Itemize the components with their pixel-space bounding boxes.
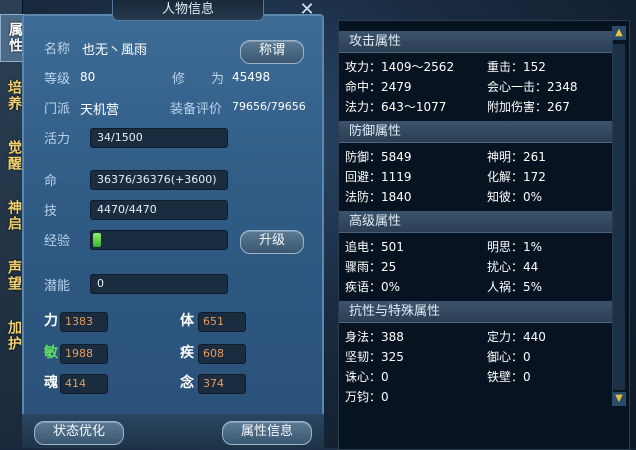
character-name: 也无丶風雨	[82, 43, 148, 58]
attribute-detail-panel: 攻击属性 攻力：1409～2562 重击：152 命中：2479 会心一击：23…	[338, 20, 630, 450]
cultivation-value: 45498	[232, 70, 271, 84]
resist-attr: 御心：0	[487, 350, 531, 364]
scroll-down-icon[interactable]: ▼	[612, 392, 626, 406]
resist-section-title: 抗性与特殊属性	[339, 301, 613, 323]
scroll-up-icon[interactable]: ▲	[612, 26, 626, 40]
resist-attr: 定力：440	[487, 330, 546, 344]
advanced-attr: 扰心：44	[487, 260, 539, 274]
tab-divine[interactable]: 神启	[0, 196, 22, 236]
tab-cultivate[interactable]: 培养	[0, 76, 22, 116]
advanced-attr: 骤雨：25	[345, 260, 397, 274]
mind-label: 念	[180, 375, 194, 391]
attribute-info-button[interactable]: 属性信息	[222, 421, 312, 445]
side-tab-strip: 属性 培养 觉醒 神启 声望 加护	[0, 0, 24, 448]
advanced-attr: 人祸：5%	[487, 280, 543, 294]
agi-value: 1988	[60, 344, 108, 364]
level-value: 80	[80, 70, 96, 84]
cultivation-label: 修 为	[172, 72, 225, 87]
con-value: 651	[198, 312, 246, 332]
tab-awaken[interactable]: 觉醒	[0, 136, 22, 176]
tab-protection[interactable]: 加护	[0, 316, 22, 356]
name-label: 名称	[44, 42, 71, 57]
spd-value: 608	[198, 344, 246, 364]
upgrade-button[interactable]: 升级	[240, 230, 304, 254]
con-label: 体	[180, 313, 194, 329]
resist-attr: 身法：388	[345, 330, 404, 344]
defense-attr: 法防：1840	[345, 190, 412, 204]
skill-field: 4470/4470	[90, 200, 228, 220]
sect-value: 天机营	[80, 103, 120, 118]
attack-section-title: 攻击属性	[339, 31, 613, 53]
soul-value: 414	[60, 374, 108, 394]
mind-value: 374	[198, 374, 246, 394]
panel-title: 人物信息	[112, 0, 264, 21]
exp-label: 经验	[44, 234, 71, 249]
status-optimize-button[interactable]: 状态优化	[34, 421, 124, 445]
resist-attr: 铁壁：0	[487, 370, 531, 384]
close-icon[interactable]: ✕	[296, 0, 318, 20]
attack-attr: 会心一击：2348	[487, 80, 578, 94]
scrollbar-thumb[interactable]	[613, 44, 625, 390]
equip-rating-value: 79656/79656	[232, 100, 306, 113]
spd-label: 疾	[180, 345, 194, 361]
advanced-attr: 疾语：0%	[345, 280, 401, 294]
defense-attr: 知彼：0%	[487, 190, 543, 204]
resist-attr: 坚韧：325	[345, 350, 404, 364]
agi-label: 敏	[44, 345, 58, 361]
potential-label: 潜能	[44, 279, 71, 294]
vitality-label: 活力	[44, 132, 71, 147]
skill-label: 技	[44, 204, 58, 219]
title-button[interactable]: 称谓	[240, 40, 304, 64]
resist-attr: 诛心：0	[345, 370, 389, 384]
exp-bar	[90, 230, 228, 250]
defense-attr: 回避：1119	[345, 170, 412, 184]
attack-attr: 法力：643～1077	[345, 100, 447, 114]
soul-label: 魂	[44, 375, 58, 391]
equip-rating-label: 装备评价	[170, 102, 223, 117]
advanced-attr: 追电：501	[345, 240, 404, 254]
tab-attributes[interactable]: 属性	[0, 14, 24, 62]
attack-attr: 攻力：1409～2562	[345, 60, 455, 74]
attack-attr: 重击：152	[487, 60, 546, 74]
defense-section-title: 防御属性	[339, 121, 613, 143]
attack-attr: 命中：2479	[345, 80, 412, 94]
str-label: 力	[44, 313, 58, 329]
hp-label: 命	[44, 174, 58, 189]
vitality-field: 34/1500	[90, 128, 228, 148]
advanced-attr: 明思：1%	[487, 240, 543, 254]
exp-fill	[93, 233, 101, 247]
defense-attr: 防御：5849	[345, 150, 412, 164]
hp-field: 36376/36376(+3600)	[90, 170, 228, 190]
defense-attr: 化解：172	[487, 170, 546, 184]
resist-attr: 万钧：0	[345, 390, 389, 404]
tab-reputation[interactable]: 声望	[0, 256, 22, 296]
defense-attr: 神明：261	[487, 150, 546, 164]
advanced-section-title: 高级属性	[339, 211, 613, 233]
potential-field: 0	[90, 274, 228, 294]
sect-label: 门派	[44, 102, 71, 117]
level-label: 等级	[44, 72, 71, 87]
str-value: 1383	[60, 312, 108, 332]
attack-attr: 附加伤害：267	[487, 100, 570, 114]
